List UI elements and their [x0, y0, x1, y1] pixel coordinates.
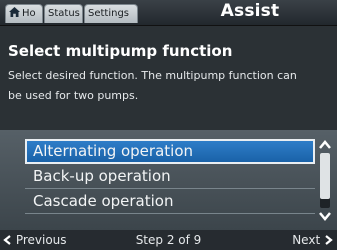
list-item-cascade-operation[interactable]: Cascade operation: [25, 189, 315, 214]
tab-settings[interactable]: Settings: [84, 4, 138, 23]
info-title: Select multipump function: [8, 42, 233, 60]
scroll-up-icon[interactable]: [318, 139, 332, 151]
scrollbar[interactable]: [318, 139, 332, 222]
list-item-back-up-operation[interactable]: Back-up operation: [25, 164, 315, 189]
page-title: Assist: [220, 1, 280, 21]
step-indicator: Step 2 of 9: [135, 233, 202, 247]
tab-home[interactable]: Ho: [5, 4, 43, 23]
footer-bar: Previous Step 2 of 9 Next: [0, 230, 337, 250]
top-bar: Ho Status Settings Assist: [0, 0, 337, 26]
info-description: Select desired function. The multipump f…: [8, 69, 297, 102]
next-label: Next: [292, 233, 321, 247]
next-button[interactable]: Next: [292, 230, 333, 250]
tab-status[interactable]: Status: [44, 4, 83, 23]
function-list: Alternating operation Back-up operation …: [25, 139, 315, 214]
home-icon: [9, 7, 20, 17]
scroll-down-icon[interactable]: [318, 210, 332, 222]
chevron-right-icon: [325, 234, 333, 245]
scroll-thumb[interactable]: [320, 153, 330, 199]
tab-home-label: Ho: [22, 8, 36, 19]
tab-status-label: Status: [48, 8, 80, 19]
info-panel: Select multipump function Select desired…: [0, 26, 337, 130]
tab-settings-label: Settings: [88, 8, 130, 19]
assist-screen: Ho Status Settings Assist Select multipu…: [0, 0, 337, 250]
list-item-alternating-operation[interactable]: Alternating operation: [25, 139, 315, 164]
